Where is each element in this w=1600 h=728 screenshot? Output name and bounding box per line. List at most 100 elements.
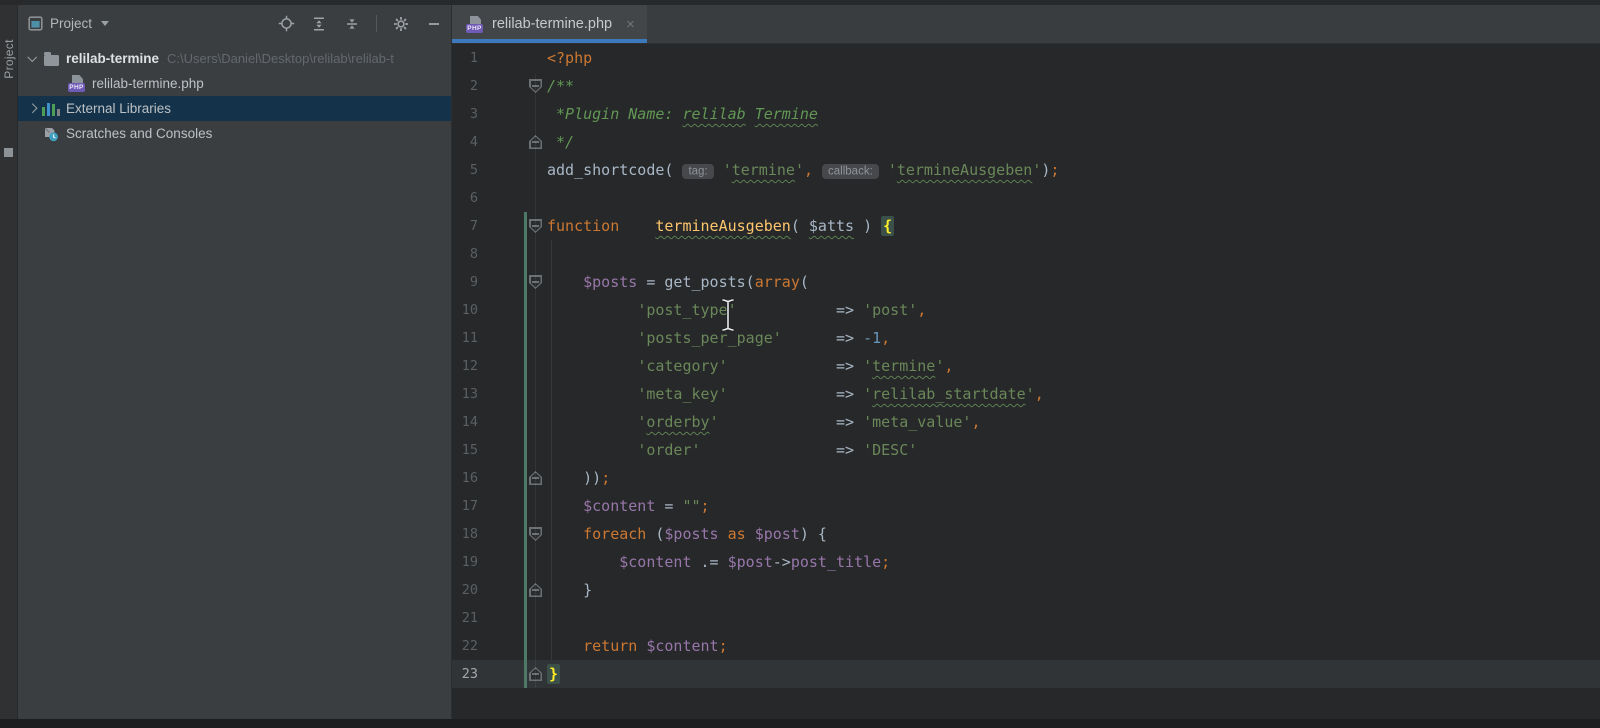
code-text: 'order' => 'DESC': [547, 436, 917, 464]
tree-row-scratches-and-consoles[interactable]: Scratches and Consoles: [18, 121, 451, 146]
text-cursor-pointer: [720, 297, 736, 333]
code-line[interactable]: 16 ));: [452, 464, 1600, 492]
code-line[interactable]: 19 $content .= $post->post_title;: [452, 548, 1600, 576]
editor-tab[interactable]: PHP relilab-termine.php ×: [452, 5, 647, 43]
code-token: ': [722, 161, 732, 179]
code-line[interactable]: 10 'post_type' => 'post',: [452, 296, 1600, 324]
code-token: ;: [718, 637, 728, 655]
tree-row-relilab-termine-php[interactable]: PHP relilab-termine.php: [18, 71, 451, 96]
tool-window-stripe: Project: [0, 0, 18, 728]
code-token: ': [709, 413, 719, 431]
gutter: 4: [452, 128, 547, 156]
gutter: 7: [452, 212, 547, 240]
tree-item-label: relilab-termine.php: [92, 76, 204, 91]
code-line[interactable]: 6: [452, 184, 1600, 212]
code-token: */: [547, 133, 575, 151]
code-line[interactable]: 12 'category' => 'termine',: [452, 352, 1600, 380]
line-number: 17: [461, 498, 478, 514]
code-line[interactable]: 17 $content = "";: [452, 492, 1600, 520]
code-token: ,: [971, 413, 981, 431]
code-line[interactable]: 14 'orderby' => 'meta_value',: [452, 408, 1600, 436]
panel-title[interactable]: Project: [50, 16, 92, 31]
hide-panel-button[interactable]: [425, 15, 443, 33]
code-token: ,: [803, 161, 813, 179]
library-bar: [42, 106, 46, 116]
code-token: =>: [727, 385, 864, 403]
gutter: 16: [452, 464, 547, 492]
code-token: termineAusgeben: [655, 217, 791, 235]
code-token: "": [682, 497, 701, 515]
panel-dropdown-icon[interactable]: [101, 21, 110, 26]
tab-label: relilab-termine.php: [492, 16, 613, 32]
code-token: relilab_startdate: [872, 385, 1026, 403]
code-token: add_shortcode(: [547, 161, 683, 179]
tree-item-label: relilab-termine: [66, 51, 160, 66]
code-line[interactable]: 3 *Plugin Name: relilab Termine: [452, 100, 1600, 128]
code-line[interactable]: 1 <?php: [452, 44, 1600, 72]
code-token: )): [547, 469, 602, 487]
project-stripe-label[interactable]: Project: [2, 24, 16, 94]
code-editor[interactable]: 1 <?php 2 /** 3 *Plugin Name: relilab Termin…: [452, 44, 1600, 727]
code-line[interactable]: 22 return $content;: [452, 632, 1600, 660]
code-token: (: [790, 217, 809, 235]
tree-row-relilab-termine-folder[interactable]: relilab-termine C:\Users\Daniel\Desktop\r…: [18, 46, 451, 71]
library-icon: [42, 102, 60, 116]
gutter: 20: [452, 576, 547, 604]
code-token: callback:: [822, 163, 879, 179]
gutter: 5: [452, 156, 547, 184]
code-token: ': [887, 161, 897, 179]
code-token: ,: [917, 301, 927, 319]
tab-close-icon[interactable]: ×: [626, 16, 635, 33]
collapse-all-button[interactable]: [343, 15, 361, 33]
code-line[interactable]: 7 function termineAusgeben( $atts ) {: [452, 212, 1600, 240]
editor-pane: PHP relilab-termine.php × 1 <?php 2 /** 3 *Plu…: [452, 5, 1600, 728]
gutter: 6: [452, 184, 547, 212]
php-icon: PHP: [68, 75, 86, 92]
line-number: 16: [461, 470, 478, 486]
gutter: 17: [452, 492, 547, 520]
chevron-right-icon[interactable]: [22, 105, 42, 112]
line-number: 11: [461, 330, 478, 346]
project-panel: Project relilab-termine C:\Users\Daniel\D…: [18, 5, 452, 728]
line-number: 14: [461, 414, 478, 430]
expand-all-button[interactable]: [310, 15, 328, 33]
project-panel-header: Project: [18, 5, 451, 42]
code-line[interactable]: 20 }: [452, 576, 1600, 604]
indent-guide: [551, 240, 552, 660]
editor-tab-bar: PHP relilab-termine.php ×: [452, 5, 1600, 44]
code-line[interactable]: 21: [452, 604, 1600, 632]
code-line[interactable]: 8: [452, 240, 1600, 268]
line-number: 18: [461, 526, 478, 542]
tool-window-stripe-icon[interactable]: [4, 148, 13, 157]
code-token: *Plugin Name:: [547, 105, 683, 123]
code-token: array: [754, 273, 800, 291]
gutter: 3: [452, 100, 547, 128]
code-line[interactable]: 18 foreach ($posts as $post) {: [452, 520, 1600, 548]
locate-file-button[interactable]: [277, 15, 295, 33]
code-line[interactable]: 2 /**: [452, 72, 1600, 100]
chevron-down-icon[interactable]: [22, 55, 42, 62]
minus-icon: [427, 16, 441, 32]
ide-window: Project Project relilab-termine C:\Users\…: [0, 0, 1600, 728]
code-token: ;: [881, 553, 891, 571]
code-line[interactable]: 11 'posts_per_page' => -1,: [452, 324, 1600, 352]
line-number: 8: [469, 246, 478, 262]
code-token: tag:: [682, 163, 714, 179]
code-line[interactable]: 15 'order' => 'DESC': [452, 436, 1600, 464]
code-line[interactable]: 5 add_shortcode( tag: 'termine', callback…: [452, 156, 1600, 184]
gear-icon: [393, 16, 409, 32]
line-number: 12: [461, 358, 478, 374]
code-line[interactable]: 9 $posts = get_posts(array(: [452, 268, 1600, 296]
code-line[interactable]: 4 */: [452, 128, 1600, 156]
code-line[interactable]: 23}: [452, 660, 1600, 688]
settings-button[interactable]: [392, 15, 410, 33]
code-text: <?php: [547, 44, 592, 72]
code-line[interactable]: 13 'meta_key' => 'relilab_startdate',: [452, 380, 1600, 408]
code-text: ));: [547, 464, 610, 492]
tree-row-external-libraries[interactable]: External Libraries: [18, 96, 451, 121]
window-top-border: [0, 0, 1600, 5]
